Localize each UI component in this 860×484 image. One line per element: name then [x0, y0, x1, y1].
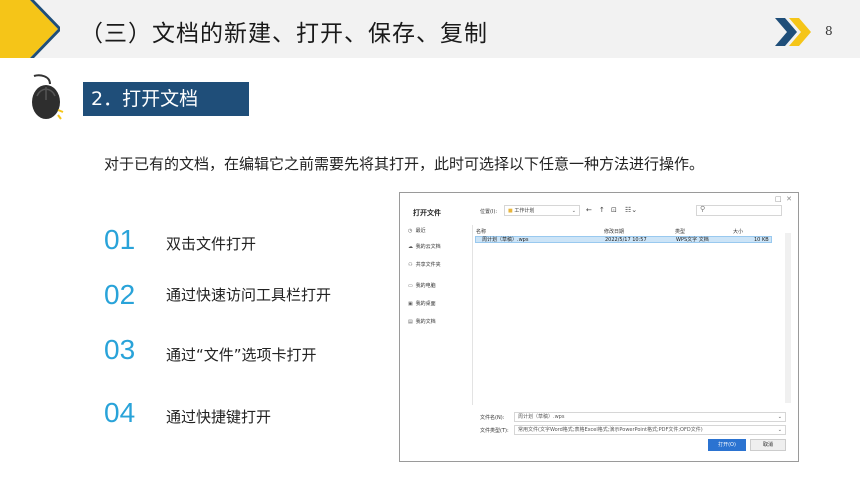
column-header-size[interactable]: 大小	[733, 228, 743, 235]
view-options-icon[interactable]: ☷⌄	[625, 206, 637, 214]
vertical-scrollbar[interactable]	[785, 233, 791, 403]
chevron-down-icon: ⌄	[777, 427, 782, 433]
location-select[interactable]: ■ 工作计划 ⌄	[504, 205, 580, 216]
filetype-select[interactable]: 常用文件(文字Word格式;表格Excel格式;演示PowerPoint格式;P…	[514, 425, 786, 435]
desktop-icon: ▣	[408, 301, 413, 307]
mouse-icon	[32, 74, 64, 120]
column-header-name[interactable]: 名称	[476, 228, 486, 235]
nav-item-documents[interactable]: ▤ 我的文档	[408, 318, 436, 325]
file-size: 10 KB	[754, 237, 769, 243]
share-icon: ⚇	[408, 262, 413, 268]
window-controls: □ ✕	[775, 195, 792, 203]
location-value: 工作计划	[514, 208, 535, 214]
page-number: 8	[825, 24, 833, 38]
chevron-down-icon: ⌄	[571, 208, 576, 214]
filename-input[interactable]: 周计划（草稿）.wps ⌄	[514, 412, 786, 422]
column-header-date[interactable]: 修改日期	[604, 228, 624, 235]
back-icon[interactable]: ←	[586, 206, 592, 214]
step-number: 01	[104, 224, 136, 255]
section-heading: 2．打开文档	[83, 82, 249, 116]
file-row[interactable]: 周计划（草稿）.wps 2022/5/17 10:57 WPS文字 文档 10 …	[475, 236, 772, 243]
intro-text: 对于已有的文档，在编辑它之前需要先将其打开，此时可选择以下任意一种方法进行操作。	[104, 155, 705, 173]
dialog-title: 打开文件	[413, 209, 441, 217]
step-label: 通过“文件”选项卡打开	[166, 346, 317, 364]
folder-icon: ■	[508, 208, 513, 214]
up-icon[interactable]: ↑	[599, 206, 605, 214]
filename-label: 文件名(N):	[480, 415, 505, 421]
nav-item-label: 共享文件夹	[415, 262, 441, 268]
chevron-down-icon: ⌄	[777, 414, 782, 420]
computer-icon: ▭	[408, 283, 413, 289]
nav-item-cloud[interactable]: ☁ 我的云文档	[408, 243, 441, 250]
step-label: 通过快速访问工具栏打开	[166, 286, 332, 304]
nav-item-label: 最近	[415, 228, 426, 234]
column-header-type[interactable]: 类型	[675, 228, 685, 235]
page-title: （三）文档的新建、打开、保存、复制	[80, 21, 488, 47]
new-folder-icon[interactable]: ⊡	[611, 206, 617, 214]
clock-icon: ◷	[408, 228, 413, 234]
header-accent-shape	[0, 0, 60, 58]
nav-item-recent[interactable]: ◷ 最近	[408, 227, 426, 234]
open-file-dialog: □ ✕ 打开文件 ◷ 最近 ☁ 我的云文档 ⚇ 共享文件夹 ▭ 我的电脑 ▣ 我…	[399, 192, 799, 462]
cancel-button[interactable]: 取消	[750, 439, 786, 451]
filetype-value: 常用文件(文字Word格式;表格Excel格式;演示PowerPoint格式;P…	[518, 427, 703, 433]
nav-item-desktop[interactable]: ▣ 我的桌面	[408, 300, 436, 307]
maximize-icon[interactable]: □	[775, 195, 782, 203]
nav-item-label: 我的桌面	[415, 301, 436, 307]
nav-item-computer[interactable]: ▭ 我的电脑	[408, 282, 436, 289]
search-icon: ⚲	[700, 205, 706, 213]
filename-value: 周计划（草稿）.wps	[518, 414, 565, 420]
step-number: 03	[104, 334, 136, 365]
search-input[interactable]: ⚲	[696, 205, 782, 216]
step-label: 通过快捷键打开	[166, 408, 272, 426]
nav-item-label: 我的云文档	[415, 244, 441, 250]
nav-item-label: 我的文档	[415, 319, 436, 325]
step-number: 02	[104, 279, 136, 310]
step-label: 双击文件打开	[166, 235, 257, 253]
file-name: 周计划（草稿）.wps	[482, 237, 529, 243]
filetype-label: 文件类型(T):	[480, 428, 509, 434]
file-type: WPS文字 文档	[676, 237, 709, 243]
chevron-right-icon	[775, 18, 811, 46]
close-icon[interactable]: ✕	[786, 195, 792, 203]
location-label: 位置(I):	[480, 209, 498, 215]
step-number: 04	[104, 397, 136, 428]
documents-icon: ▤	[408, 319, 413, 325]
file-list: 名称 修改日期 类型 大小 周计划（草稿）.wps 2022/5/17 10:5…	[472, 225, 791, 405]
nav-item-shared[interactable]: ⚇ 共享文件夹	[408, 261, 441, 268]
open-button[interactable]: 打开(O)	[708, 439, 746, 451]
nav-item-label: 我的电脑	[415, 283, 436, 289]
file-date: 2022/5/17 10:57	[605, 237, 647, 243]
cloud-icon: ☁	[408, 244, 413, 250]
